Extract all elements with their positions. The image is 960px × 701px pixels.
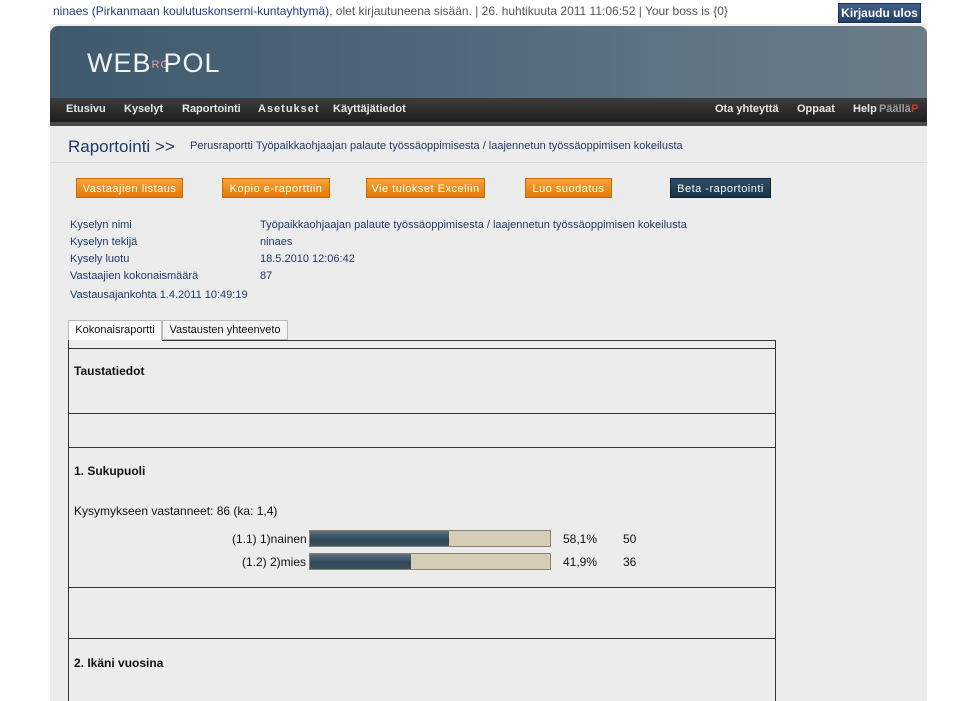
tab-overall-report[interactable]: Kokonaisraportti xyxy=(68,320,162,341)
info-label-survey-name: Kyselyn nimi xyxy=(70,219,132,231)
export-excel-button[interactable]: Vie tulokset Exceliin xyxy=(366,178,485,198)
info-value-author: ninaes xyxy=(260,236,293,248)
login-status: ninaes (Pirkanmaan koulutuskonserni-kunt… xyxy=(53,4,728,18)
option-percent: 41,9% xyxy=(563,555,598,569)
nav-item-etusivu[interactable]: Etusivu xyxy=(66,103,106,115)
nav-item-help[interactable]: Help xyxy=(853,103,877,115)
create-filter-button[interactable]: Luo suodatus xyxy=(525,178,612,198)
question-title: 2. Ikäni vuosina xyxy=(74,656,164,670)
user-org: ninaes (Pirkanmaan koulutuskonserni-kunt… xyxy=(53,4,330,18)
divider xyxy=(68,638,776,639)
divider xyxy=(68,413,776,414)
tab-answer-summary[interactable]: Vastausten yhteenveto xyxy=(162,320,288,340)
info-value-total-respondents: 87 xyxy=(260,270,273,282)
info-label-author: Kyselyn tekijä xyxy=(70,236,138,248)
option-count: 50 xyxy=(623,532,637,546)
copy-to-ereport-button[interactable]: Kopio e-raporttiin xyxy=(222,178,330,198)
nav-item-contact[interactable]: Ota yhteyttä xyxy=(715,103,779,115)
question-title: 1. Sukupuoli xyxy=(74,464,146,478)
section-title: Taustatiedot xyxy=(74,364,145,378)
nav-item-guides[interactable]: Oppaat xyxy=(797,103,835,115)
nav-item-asetukset[interactable]: Asetukset xyxy=(258,103,320,115)
nav-item-kayttajatiedot[interactable]: Käyttäjätiedot xyxy=(333,103,406,115)
breadcrumb-path: Perusraportti Työpaikkaohjaajan palaute … xyxy=(190,140,683,152)
divider xyxy=(50,162,927,163)
info-label-total-respondents: Vastaajien kokonaismäärä xyxy=(70,270,199,282)
main-nav: Etusivu Kyselyt Raportointi Asetukset Kä… xyxy=(50,98,927,126)
beta-reporting-button[interactable]: Beta -raportointi xyxy=(670,178,771,198)
respondent-list-button[interactable]: Vastaajien listaus xyxy=(76,178,183,198)
breadcrumb-section[interactable]: Raportointi >> xyxy=(68,137,175,157)
divider xyxy=(68,348,776,349)
info-value-created: 18.5.2010 12:06:42 xyxy=(260,253,355,265)
info-response-period: Vastausajankohta 1.4.2011 10:49:19 xyxy=(70,289,248,301)
language-flag-icon[interactable]: P xyxy=(911,103,918,115)
info-value-survey-name: Työpaikkaohjaajan palaute työssäoppimise… xyxy=(260,219,687,231)
report-panel xyxy=(68,340,776,701)
divider xyxy=(68,447,776,448)
result-bar-fill xyxy=(310,554,411,569)
top-status-bar: ninaes (Pirkanmaan koulutuskonserni-kunt… xyxy=(0,0,960,24)
app-header: WEBROPOL xyxy=(50,26,927,98)
result-bar xyxy=(309,553,551,570)
logout-button[interactable]: Kirjaudu ulos xyxy=(838,3,921,23)
nav-item-language[interactable]: Päällä xyxy=(879,103,911,115)
option-percent: 58,1% xyxy=(563,532,598,546)
status-text: , olet kirjautuneena sisään. | 26. huhti… xyxy=(329,4,728,18)
result-bar-fill xyxy=(310,531,450,546)
webropol-logo[interactable]: WEBROPOL xyxy=(87,48,221,79)
answered-count: Kysymykseen vastanneet: 86 (ka: 1,4) xyxy=(74,504,278,518)
info-label-created: Kysely luotu xyxy=(70,253,130,265)
nav-item-kyselyt[interactable]: Kyselyt xyxy=(124,103,163,115)
nav-item-raportointi[interactable]: Raportointi xyxy=(182,103,241,115)
divider xyxy=(68,587,776,588)
divider xyxy=(162,340,776,341)
option-label: (1.1) 1)nainen xyxy=(232,532,307,546)
option-label: (1.2) 2)mies xyxy=(242,555,307,569)
result-bar xyxy=(309,530,551,547)
option-count: 36 xyxy=(623,555,637,569)
